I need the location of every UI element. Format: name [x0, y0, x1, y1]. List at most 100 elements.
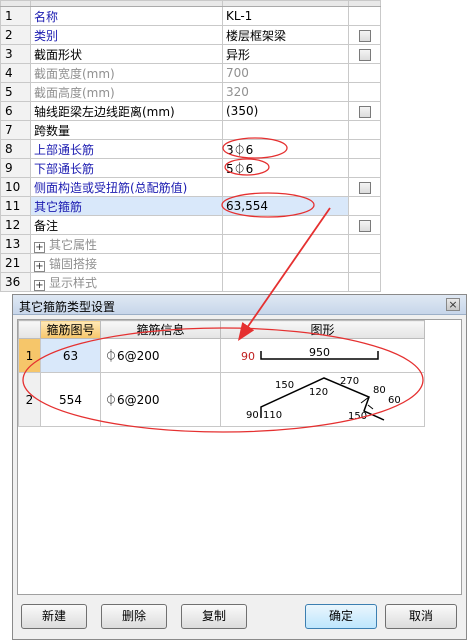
property-value[interactable]	[222, 120, 349, 140]
stirrup-shape-cell[interactable]: 90 950	[220, 338, 425, 373]
property-name-text: 下部通长筋	[34, 161, 95, 176]
shape-label: 90	[246, 410, 259, 421]
property-checkbox-cell	[348, 120, 381, 140]
property-row-number: 8	[0, 139, 31, 159]
property-name: 类别	[30, 25, 223, 45]
property-name: 截面形状	[30, 44, 223, 64]
property-checkbox-cell[interactable]	[348, 25, 381, 45]
checkbox[interactable]	[358, 48, 371, 61]
property-value[interactable]: 320	[222, 82, 349, 102]
property-row-number: 12	[0, 215, 31, 235]
checkbox[interactable]	[358, 219, 371, 232]
stirrup-code[interactable]: 63	[40, 338, 101, 373]
new-button[interactable]: 新建	[21, 604, 87, 629]
property-name: 备注	[30, 215, 223, 235]
property-name-text: 显示样式	[49, 275, 98, 290]
copy-button[interactable]: 复制	[181, 604, 247, 629]
column-header-code[interactable]: 箍筋图号	[40, 320, 101, 339]
property-checkbox-cell[interactable]	[348, 101, 381, 121]
property-row-number: 7	[0, 120, 31, 140]
table-row[interactable]: 1 63 ⏀6@200 90 950	[18, 338, 425, 373]
property-checkbox-cell	[348, 196, 381, 216]
property-value[interactable]	[222, 234, 349, 254]
stirrup-shape-cell[interactable]: 150 120 270 80 60 150 90 110	[220, 372, 425, 427]
property-value[interactable]: 5⏀6	[222, 158, 349, 178]
property-name-text: 截面高度(mm)	[34, 85, 115, 100]
property-value[interactable]: 3⏀6	[222, 139, 349, 159]
property-name: 上部通长筋	[30, 139, 223, 159]
checkbox[interactable]	[358, 105, 371, 118]
shape-label: 80	[373, 385, 386, 396]
column-header-shape[interactable]: 图形	[220, 320, 425, 339]
cancel-button[interactable]: 取消	[385, 604, 457, 629]
delete-button[interactable]: 删除	[101, 604, 167, 629]
property-name: 截面高度(mm)	[30, 82, 223, 102]
table-row[interactable]: 2 554 ⏀6@200 150 120 270 80 60 150 90 11…	[18, 372, 425, 427]
property-checkbox-cell[interactable]	[348, 215, 381, 235]
property-value[interactable]: KL-1	[222, 6, 349, 26]
property-value[interactable]	[222, 215, 349, 235]
property-row[interactable]: 2 类别 楼层框架梁	[0, 25, 381, 45]
property-name: + 锚固搭接	[30, 253, 223, 273]
property-checkbox-cell	[348, 272, 381, 292]
stirrup-info[interactable]: ⏀6@200	[100, 372, 221, 427]
property-value[interactable]: (350)	[222, 101, 349, 121]
checkbox[interactable]	[358, 181, 371, 194]
shape-label: 90	[241, 350, 255, 363]
shape-label: 120	[309, 387, 328, 398]
property-value[interactable]	[222, 272, 349, 292]
expand-plus-icon[interactable]: +	[34, 241, 45, 253]
stirrup-info[interactable]: ⏀6@200	[100, 338, 221, 373]
property-name-text: 截面宽度(mm)	[34, 66, 115, 81]
property-name-text: 备注	[34, 218, 59, 233]
shape-label: 150	[275, 380, 294, 391]
property-value[interactable]: 700	[222, 63, 349, 83]
property-name-text: 跨数量	[34, 123, 71, 138]
close-icon[interactable]: ×	[446, 298, 460, 311]
property-value[interactable]	[222, 177, 349, 197]
property-value[interactable]: 楼层框架梁	[222, 25, 349, 45]
expand-plus-icon[interactable]: +	[34, 279, 45, 291]
stirrup-table-header: 箍筋图号 箍筋信息 图形	[18, 320, 425, 339]
property-name: 其它箍筋	[30, 196, 223, 216]
property-row[interactable]: 1 名称 KL-1	[0, 6, 381, 26]
property-checkbox-cell[interactable]	[348, 177, 381, 197]
property-row[interactable]: 12 备注	[0, 215, 381, 235]
property-row-number: 36	[0, 272, 31, 292]
property-checkbox-cell	[348, 158, 381, 178]
property-checkbox-cell[interactable]	[348, 44, 381, 64]
stirrup-code[interactable]: 554	[40, 372, 101, 427]
row-number[interactable]: 1	[18, 338, 41, 373]
stirrup-type-dialog: 其它箍筋类型设置 × 箍筋图号 箍筋信息 图形 1 63 ⏀6@200 90 9…	[12, 294, 467, 640]
shape-label: 950	[309, 346, 330, 359]
property-checkbox-cell	[348, 6, 381, 26]
property-row[interactable]: 6 轴线距梁左边线距离(mm) (350)	[0, 101, 381, 121]
property-name: 跨数量	[30, 120, 223, 140]
property-row[interactable]: 5 截面高度(mm) 320	[0, 82, 381, 102]
property-row[interactable]: 10 侧面构造或受扭筋(总配筋值)	[0, 177, 381, 197]
property-row[interactable]: 3 截面形状 异形	[0, 44, 381, 64]
property-value[interactable]: 63,554	[222, 196, 349, 216]
property-row[interactable]: 13 + 其它属性	[0, 234, 381, 254]
property-row[interactable]: 7 跨数量	[0, 120, 381, 140]
property-row[interactable]: 4 截面宽度(mm) 700	[0, 63, 381, 83]
ok-button[interactable]: 确定	[305, 604, 377, 629]
property-row[interactable]: 11 其它箍筋 63,554	[0, 196, 381, 216]
property-value[interactable]: 异形	[222, 44, 349, 64]
shape-label: 270	[340, 376, 359, 387]
property-checkbox-cell	[348, 139, 381, 159]
property-name-text: 上部通长筋	[34, 142, 95, 157]
property-name-text: 类别	[34, 28, 59, 43]
property-name-text: 其它属性	[49, 237, 98, 252]
shape-label: 110	[263, 410, 282, 421]
expand-plus-icon[interactable]: +	[34, 260, 45, 272]
property-name-text: 轴线距梁左边线距离(mm)	[34, 104, 175, 119]
checkbox[interactable]	[358, 29, 371, 42]
property-row[interactable]: 9 下部通长筋 5⏀6	[0, 158, 381, 178]
column-header-info[interactable]: 箍筋信息	[100, 320, 221, 339]
property-row[interactable]: 36 + 显示样式	[0, 272, 381, 292]
property-value[interactable]	[222, 253, 349, 273]
property-row[interactable]: 8 上部通长筋 3⏀6	[0, 139, 381, 159]
property-row[interactable]: 21 + 锚固搭接	[0, 253, 381, 273]
row-number[interactable]: 2	[18, 372, 41, 427]
